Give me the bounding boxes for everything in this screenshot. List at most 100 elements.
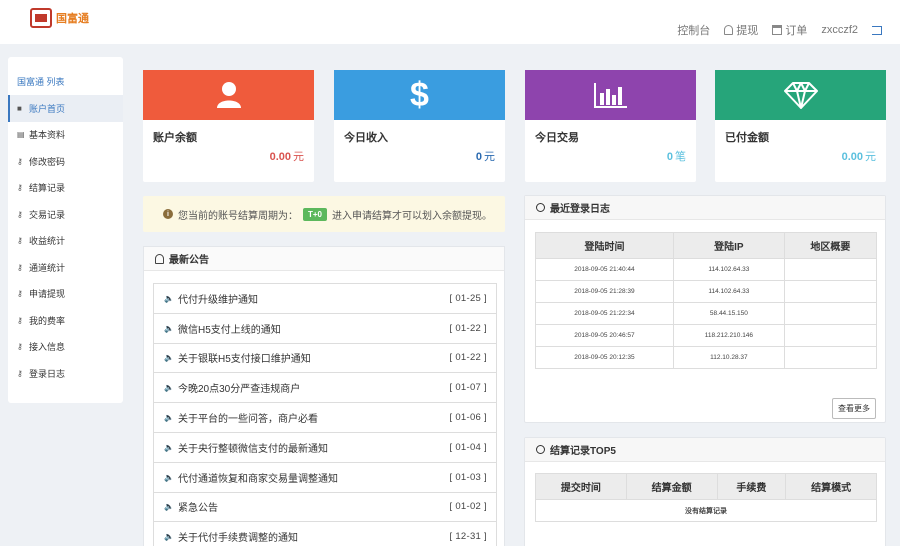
announcement-item[interactable]: 🔈 代付通道恢复和商家交易量调整通知 [ 01-03 ]: [154, 463, 496, 493]
calendar-icon: [772, 25, 783, 35]
announcement-title: 紧急公告: [177, 503, 218, 515]
sidebar-item-label: 交易记录: [29, 209, 66, 220]
nav-console[interactable]: 控制台: [677, 22, 710, 38]
column-header: 结算金额: [625, 473, 718, 500]
login-ip: 114.102.64.33: [672, 258, 785, 281]
sidebar-item-label: 修改密码: [29, 156, 66, 167]
announcement-item[interactable]: 🔈 关于银联H5支付接口维护通知 [ 01-22 ]: [154, 344, 496, 374]
diamond-icon: [783, 82, 818, 109]
sidebar-item-withdraw[interactable]: ⚷ 申请提现: [8, 281, 123, 308]
logout-button[interactable]: [872, 25, 882, 35]
sidebar-item-label: 通道统计: [29, 262, 66, 273]
card-income-label: 今日收入: [344, 132, 388, 144]
logo-text: 国富通: [56, 13, 89, 25]
sidebar-item-label: 我的费率: [29, 315, 66, 326]
dollar-icon: $: [410, 75, 429, 114]
sidebar-item-login-log[interactable]: ⚷ 登录日志: [8, 360, 123, 387]
settlement-table: 提交时间 结算金额 手续费 结算模式 没有结算记录: [535, 473, 877, 522]
bell-icon: [724, 25, 734, 35]
logo[interactable]: 国富通: [30, 8, 89, 28]
announcement-title: 代付通道恢复和商家交易量调整通知: [177, 473, 338, 485]
logo-icon: [30, 8, 52, 28]
announcement-date: [ 12-31 ]: [449, 531, 487, 543]
announcement-item[interactable]: 🔈 紧急公告 [ 01-02 ]: [154, 493, 496, 523]
home-icon: ■: [17, 103, 22, 113]
sidebar-item-profile[interactable]: ▤ 基本资料: [8, 122, 123, 149]
view-more-button[interactable]: 查看更多: [832, 398, 876, 419]
table-row: 2018-09-05 21:22:34 58.44.15.150: [535, 302, 878, 325]
key-icon: ⚷: [17, 236, 23, 246]
nav-orders[interactable]: 订单: [772, 22, 807, 38]
speaker-icon: 🔈: [164, 472, 174, 482]
sidebar-item-home[interactable]: ■ 账户首页: [8, 95, 123, 122]
sidebar-item-earnings[interactable]: ⚷ 收益统计: [8, 228, 123, 255]
announcement-item[interactable]: 🔈 关于央行整顿微信支付的最新通知 [ 01-04 ]: [154, 433, 496, 463]
announcement-item[interactable]: 🔈 代付升级维护通知 [ 01-25 ]: [154, 284, 496, 314]
settlement-title: 结算记录TOP5: [550, 446, 616, 457]
user-icon: [216, 82, 241, 108]
login-region: [783, 302, 878, 325]
login-ip: 112.10.28.37: [672, 346, 785, 369]
card-balance-value: 0.00 元: [270, 148, 304, 164]
sidebar-item-label: 接入信息: [29, 342, 66, 353]
key-icon: ⚷: [17, 289, 23, 299]
card-transactions-amount: 0: [666, 151, 673, 163]
card-paid-amount: 0.00: [841, 151, 863, 163]
sidebar-item-transactions[interactable]: ⚷ 交易记录: [8, 201, 123, 228]
sidebar-item-password[interactable]: ⚷ 修改密码: [8, 148, 123, 175]
login-region: [783, 258, 878, 281]
bar-chart-icon: [593, 83, 627, 108]
nav-withdraw[interactable]: 提现: [724, 22, 758, 38]
announcement-date: [ 01-22 ]: [449, 322, 487, 334]
sidebar-item-settlements[interactable]: ⚷ 结算记录: [8, 175, 123, 202]
sidebar: 国富通 列表 ■ 账户首页 ▤ 基本资料 ⚷ 修改密码 ⚷ 结算记录 ⚷ 交易记录 ⚷ 收益…: [8, 57, 123, 403]
bell-icon: [155, 253, 164, 264]
login-ip: 118.212.210.146: [672, 324, 785, 347]
card-paid-header: [715, 70, 886, 120]
announcement-date: [ 01-04 ]: [449, 441, 487, 453]
announcement-date: [ 01-06 ]: [449, 412, 487, 424]
announcement-title: 关于平台的一些问答，商户必看: [177, 414, 318, 426]
speaker-icon: 🔈: [164, 532, 174, 542]
column-header: 提交时间: [535, 473, 627, 500]
login-time: 2018-09-05 21:22:34: [535, 302, 674, 325]
key-icon: ⚷: [17, 209, 23, 219]
sidebar-item-channels[interactable]: ⚷ 通道统计: [8, 254, 123, 281]
sidebar-item-label: 结算记录: [29, 183, 66, 194]
announcement-date: [ 01-22 ]: [449, 352, 487, 364]
nav-username[interactable]: zxcczf2: [821, 24, 858, 36]
card-transactions-unit: 笔: [675, 151, 686, 163]
column-header: 登陆时间: [535, 232, 674, 259]
announcement-item[interactable]: 🔈 关于代付手续费调整的通知 [ 12-31 ]: [154, 522, 496, 546]
sidebar-item-access[interactable]: ⚷ 接入信息: [8, 334, 123, 361]
key-icon: ⚷: [17, 262, 23, 272]
announcement-date: [ 01-07 ]: [449, 382, 487, 394]
card-balance-amount: 0.00: [269, 151, 291, 163]
sidebar-item-label: 收益统计: [29, 236, 66, 247]
card-paid-value: 0.00 元: [842, 148, 876, 164]
login-region: [783, 324, 878, 347]
sidebar-item-rates[interactable]: ⚷ 我的费率: [8, 307, 123, 334]
card-paid-label: 已付金额: [725, 132, 769, 144]
announcement-item[interactable]: 🔈 微信H5支付上线的通知 [ 01-22 ]: [154, 314, 496, 344]
announcements-panel: 最新公告 🔈 代付升级维护通知[ 01-25 ] 🔈 微信H5支付上线的通知[ 01…: [143, 246, 505, 546]
announcements-title: 最新公告: [169, 255, 209, 266]
notice-text-after: 进入申请结算才可以划入余额提现。: [332, 210, 493, 222]
nav-withdraw-label: 提现: [736, 25, 759, 37]
card-income-amount: 0: [475, 151, 482, 163]
announcement-item[interactable]: 🔈 今晚20点30分严查违规商户 [ 01-07 ]: [154, 373, 496, 404]
speaker-icon: 🔈: [164, 502, 174, 512]
logout-icon: [872, 25, 882, 35]
notice-text-before: 您当前的账号结算周期为：: [178, 210, 298, 222]
announcements-header: 最新公告: [144, 247, 504, 271]
speaker-icon: 🔈: [164, 353, 174, 363]
settlement-header: 结算记录TOP5: [525, 438, 885, 462]
sidebar-item-label: 账户首页: [29, 103, 66, 114]
column-header: 结算模式: [785, 473, 877, 500]
table-header-row: 提交时间 结算金额 手续费 结算模式: [535, 473, 877, 500]
announcement-item[interactable]: 🔈 关于平台的一些问答，商户必看 [ 01-06 ]: [154, 403, 496, 433]
card-income-header: $: [334, 70, 505, 120]
announcement-title: 代付升级维护通知: [177, 294, 258, 306]
sidebar-item-label: 登录日志: [29, 368, 66, 379]
card-paid-unit: 元: [865, 151, 876, 163]
